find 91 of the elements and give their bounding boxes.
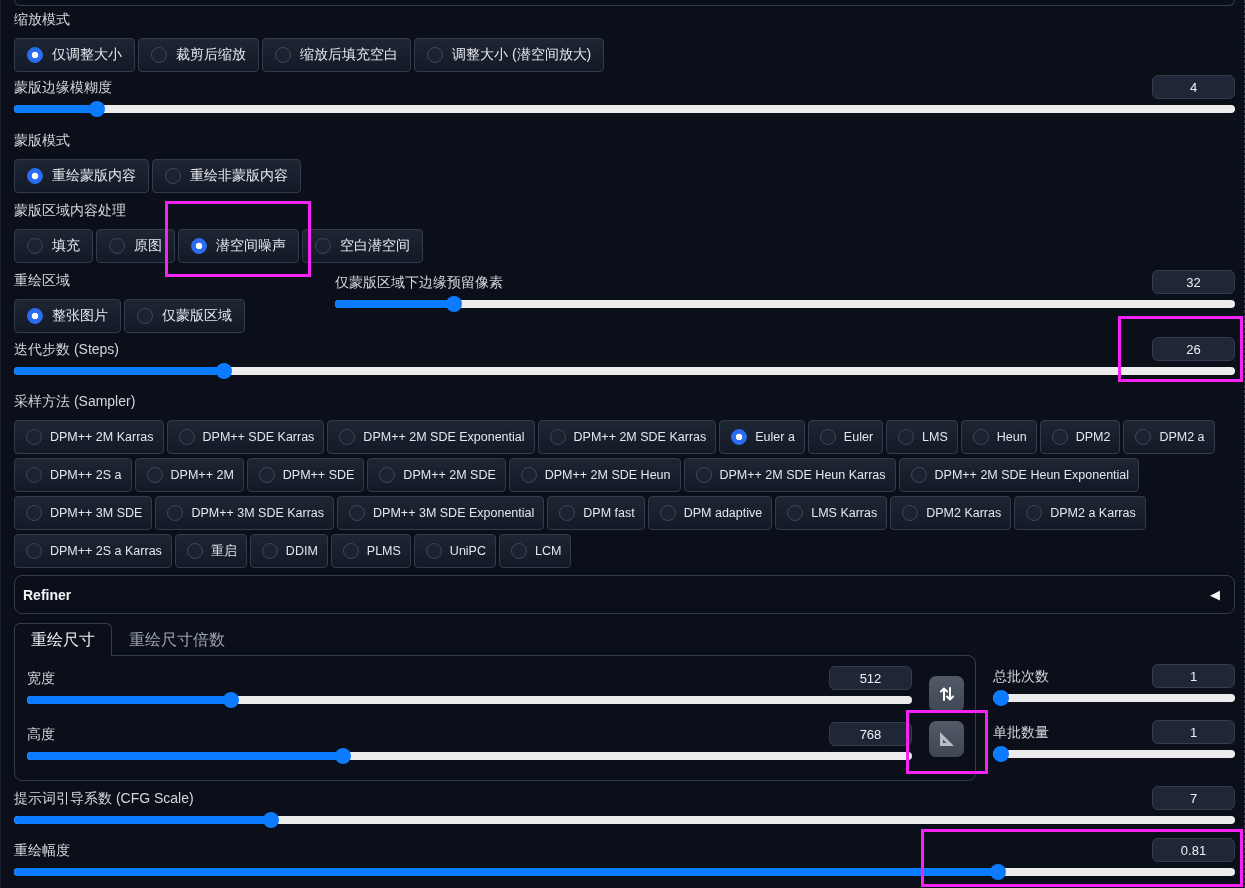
radio-option[interactable]: 潜空间噪声 xyxy=(178,229,299,263)
slider-label: 迭代步数 (Steps) xyxy=(14,340,119,358)
radio-option[interactable]: DPM++ 2M SDE Karras xyxy=(537,420,717,454)
slider-label: 单批数量 xyxy=(993,723,1049,741)
radio-option[interactable]: DPM++ 2M xyxy=(134,458,244,492)
radio-option[interactable]: DPM++ 2M SDE Heun Karras xyxy=(683,458,896,492)
slider-track[interactable] xyxy=(14,812,1235,828)
radio-option[interactable]: DPM++ 2M SDE Heun Exponential xyxy=(898,458,1140,492)
radio-option[interactable]: LCM xyxy=(499,534,572,568)
radio-option[interactable]: 裁剪后缩放 xyxy=(138,38,259,72)
number-input[interactable]: 768 xyxy=(829,722,912,746)
slider-track[interactable] xyxy=(14,864,1235,880)
number-input[interactable]: 7 xyxy=(1152,786,1235,810)
number-input[interactable]: 1 xyxy=(1152,664,1235,688)
radio-option[interactable]: PLMS xyxy=(330,534,411,568)
group-label: 缩放模式 xyxy=(14,10,70,28)
slider-thumb[interactable] xyxy=(993,690,1009,706)
radio-option[interactable]: DPM2 xyxy=(1039,420,1121,454)
slider-label: 总批次数 xyxy=(993,667,1049,685)
radio-option[interactable]: DPM++ 2S a Karras xyxy=(14,534,172,568)
radio-option[interactable]: DPM2 Karras xyxy=(890,496,1012,530)
slider-thumb[interactable] xyxy=(89,101,106,117)
group-label: 重绘区域 xyxy=(14,271,70,289)
slider-thumb[interactable] xyxy=(263,812,280,828)
group-label: 蒙版模式 xyxy=(14,131,70,149)
slider-track[interactable] xyxy=(993,690,1235,706)
radio-option[interactable]: Heun xyxy=(960,420,1037,454)
ruler-button[interactable] xyxy=(929,721,964,757)
radio-option[interactable]: DPM++ 2M Karras xyxy=(14,420,164,454)
slider-label: 高度 xyxy=(27,725,55,743)
radio-option[interactable]: LMS Karras xyxy=(775,496,888,530)
radio-option[interactable]: DPM2 a xyxy=(1123,420,1215,454)
swap-arrows-icon xyxy=(939,687,954,701)
slider-thumb[interactable] xyxy=(216,363,233,379)
slider-track[interactable] xyxy=(14,363,1235,379)
slider-track[interactable] xyxy=(993,746,1235,762)
slider-track[interactable] xyxy=(27,692,912,708)
radio-option[interactable]: 原图 xyxy=(96,229,175,263)
triangle-icon: ◀ xyxy=(1210,587,1220,602)
tab[interactable]: 重绘尺寸倍数 xyxy=(112,623,242,656)
slider-thumb[interactable] xyxy=(335,748,352,764)
radio-option[interactable]: DDIM xyxy=(249,534,328,568)
slider-thumb[interactable] xyxy=(223,692,240,708)
radio-option[interactable]: Euler xyxy=(807,420,884,454)
radio-option[interactable]: 整张图片 xyxy=(14,299,121,333)
radio-option[interactable]: 缩放后填充空白 xyxy=(262,38,411,72)
slider-label: 仅蒙版区域下边缘预留像素 xyxy=(335,273,503,291)
radio-option[interactable]: 仅蒙版区域 xyxy=(124,299,245,333)
number-input[interactable]: 26 xyxy=(1152,337,1235,361)
slider-label: 重绘幅度 xyxy=(14,841,70,859)
radio-option[interactable]: 空白潜空间 xyxy=(302,229,423,263)
number-input[interactable]: 4 xyxy=(1152,75,1235,99)
radio-option[interactable]: DPM++ 3M SDE Exponential xyxy=(337,496,545,530)
radio-option[interactable]: DPM++ 2M SDE Exponential xyxy=(327,420,535,454)
radio-option[interactable]: DPM++ 3M SDE xyxy=(14,496,153,530)
radio-option[interactable]: DPM++ 2M SDE Heun xyxy=(508,458,681,492)
radio-option[interactable]: DPM++ 2S a xyxy=(14,458,132,492)
number-input[interactable]: 0.81 xyxy=(1152,838,1235,862)
radio-option[interactable]: DPM++ SDE Karras xyxy=(166,420,325,454)
radio-option[interactable]: 重绘非蒙版内容 xyxy=(152,159,301,193)
group-label: 蒙版区域内容处理 xyxy=(14,201,126,219)
radio-option[interactable]: 重启 xyxy=(174,534,247,568)
radio-option[interactable]: 重绘蒙版内容 xyxy=(14,159,149,193)
radio-option[interactable]: Euler a xyxy=(719,420,805,454)
slider-label: 宽度 xyxy=(27,669,55,687)
slider-label: 蒙版边缘模糊度 xyxy=(14,78,112,96)
slider-thumb[interactable] xyxy=(993,746,1009,762)
accordion-header[interactable]: Refiner ◀ xyxy=(14,575,1235,614)
radio-option[interactable]: DPM adaptive xyxy=(647,496,773,530)
radio-option[interactable]: DPM fast xyxy=(547,496,645,530)
radio-option[interactable]: 调整大小 (潜空间放大) xyxy=(414,38,605,72)
radio-option[interactable]: DPM++ 2M SDE xyxy=(367,458,506,492)
number-input[interactable]: 1 xyxy=(1152,720,1235,744)
swap-button[interactable] xyxy=(929,676,964,712)
radio-option[interactable]: 填充 xyxy=(14,229,93,263)
number-input[interactable]: 512 xyxy=(829,666,912,690)
radio-option[interactable]: 仅调整大小 xyxy=(14,38,135,72)
slider-track[interactable] xyxy=(335,296,1235,312)
radio-option[interactable]: DPM2 a Karras xyxy=(1014,496,1146,530)
slider-track[interactable] xyxy=(27,748,912,764)
group-label: 采样方法 (Sampler) xyxy=(14,392,136,410)
slider-thumb[interactable] xyxy=(990,864,1007,880)
radio-option[interactable]: LMS xyxy=(886,420,958,454)
number-input[interactable]: 32 xyxy=(1152,270,1235,294)
radio-option[interactable]: UniPC xyxy=(413,534,496,568)
radio-option[interactable]: DPM++ 3M SDE Karras xyxy=(155,496,335,530)
slider-thumb[interactable] xyxy=(445,296,462,312)
tab[interactable]: 重绘尺寸 xyxy=(14,623,112,656)
radio-option[interactable]: DPM++ SDE xyxy=(246,458,365,492)
slider-label: 提示词引导系数 (CFG Scale) xyxy=(14,789,194,807)
slider-track[interactable] xyxy=(14,101,1235,117)
